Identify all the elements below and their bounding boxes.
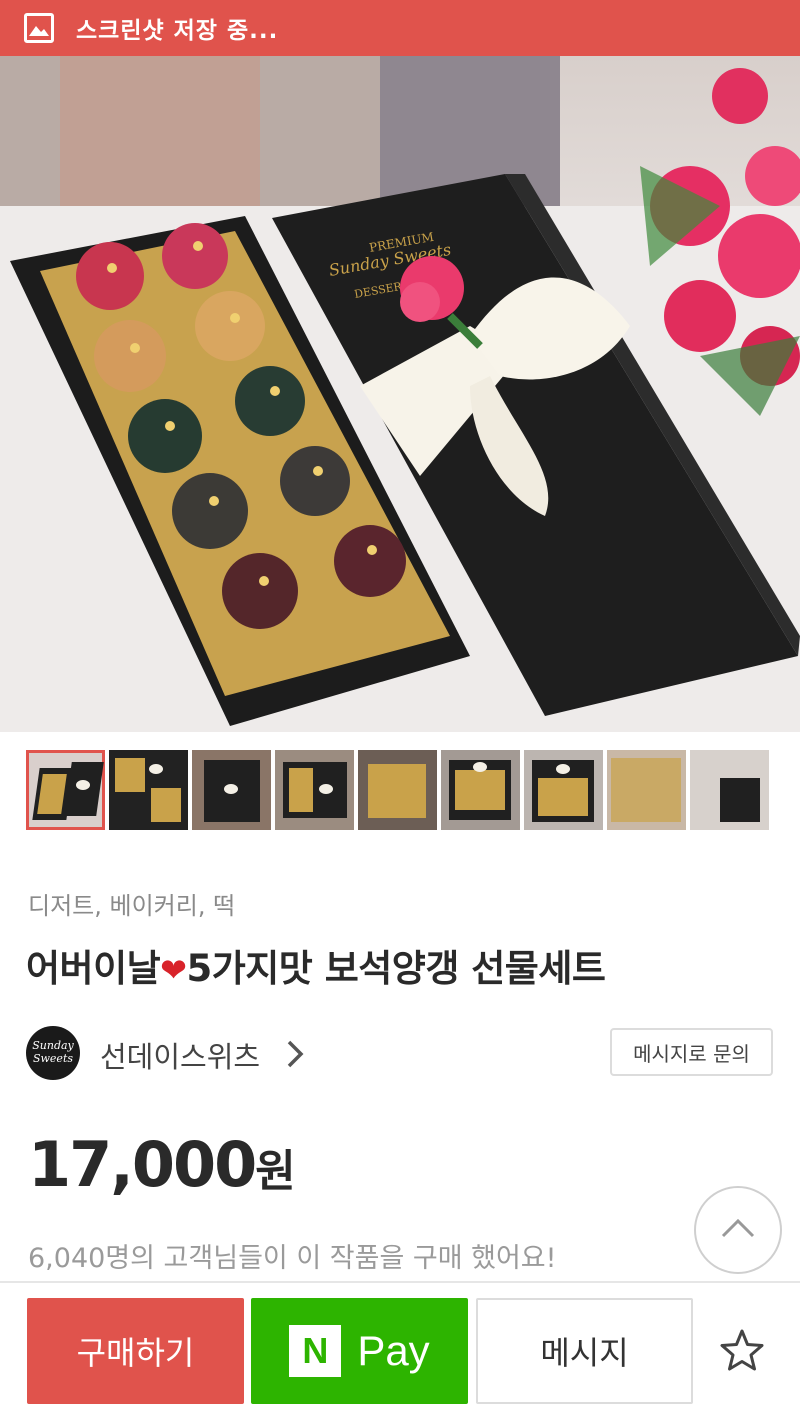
title-text-start: 어버이날 bbox=[26, 947, 161, 990]
thumbnail[interactable] bbox=[109, 750, 188, 830]
naver-pay-label: Pay bbox=[357, 1327, 430, 1374]
buy-button[interactable]: 구매하기 bbox=[27, 1298, 244, 1404]
shop-logo[interactable]: Sunday Sweets bbox=[26, 1026, 80, 1080]
shop-logo-line1: Sunday bbox=[32, 1039, 74, 1052]
thumbnail-strip bbox=[26, 750, 769, 830]
thumbnail[interactable] bbox=[607, 750, 686, 830]
chevron-up-icon bbox=[721, 1218, 755, 1242]
shop-row: Sunday Sweets 선데이스위츠 메시지로 문의 bbox=[26, 1024, 776, 1082]
screenshot-icon bbox=[24, 13, 54, 43]
shop-name-link[interactable]: 선데이스위츠 bbox=[100, 1034, 260, 1076]
heart-icon: ❤ bbox=[160, 951, 187, 989]
price-unit: 원 bbox=[255, 1146, 296, 1197]
thumbnail[interactable] bbox=[192, 750, 271, 830]
shop-logo-line2: Sweets bbox=[32, 1052, 74, 1065]
scroll-to-top-button[interactable] bbox=[694, 1186, 782, 1274]
price: 17,000원 bbox=[28, 1128, 296, 1201]
purchase-count-text: 6,040명의 고객님들이 이 작품을 구매 했어요! bbox=[28, 1243, 557, 1274]
thumbnail[interactable] bbox=[275, 750, 354, 830]
thumbnail[interactable] bbox=[524, 750, 603, 830]
notification-bar: 스크린샷 저장 중... bbox=[0, 0, 800, 56]
price-amount: 17,000 bbox=[28, 1128, 257, 1201]
message-inquiry-button[interactable]: 메시지로 문의 bbox=[610, 1028, 773, 1076]
thumbnail[interactable] bbox=[358, 750, 437, 830]
thumbnail[interactable] bbox=[441, 750, 520, 830]
thumbnail[interactable] bbox=[690, 750, 769, 830]
title-text-end: 5가지맛 보석양갱 선물세트 bbox=[186, 947, 606, 990]
product-main-image[interactable]: PREMIUM Sunday Sweets DESSERT bbox=[0, 56, 800, 732]
status-text: 스크린샷 저장 중... bbox=[76, 18, 279, 44]
thumbnail[interactable] bbox=[26, 750, 105, 830]
product-title: 어버이날❤5가지맛 보석양갱 선물세트 bbox=[26, 938, 606, 992]
star-icon bbox=[719, 1328, 765, 1376]
chevron-right-icon[interactable] bbox=[286, 1040, 304, 1072]
favorite-button[interactable] bbox=[712, 1322, 772, 1382]
naver-pay-logo: N bbox=[289, 1325, 342, 1377]
naver-pay-button[interactable]: N Pay bbox=[251, 1298, 468, 1404]
divider bbox=[0, 1281, 800, 1283]
category-breadcrumb[interactable]: 디저트, 베이커리, 떡 bbox=[28, 886, 235, 921]
message-button[interactable]: 메시지 bbox=[476, 1298, 693, 1404]
